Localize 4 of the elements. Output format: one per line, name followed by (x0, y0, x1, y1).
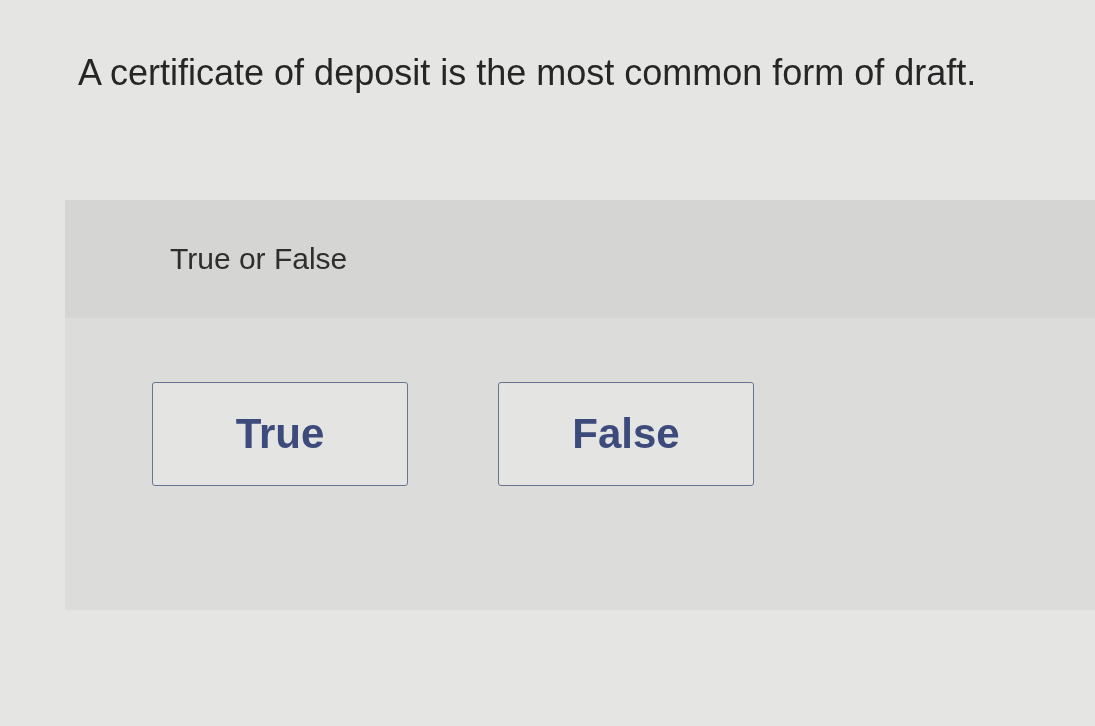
answer-option[interactable]: True (152, 382, 408, 486)
prompt-text: True or False (170, 242, 348, 276)
answer-option[interactable]: False (498, 382, 754, 486)
question-text: A certificate of deposit is the most common form of draft. (78, 51, 978, 95)
